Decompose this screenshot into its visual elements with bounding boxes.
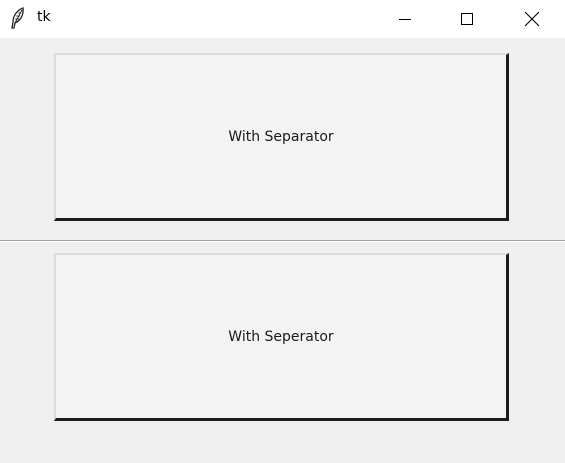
window-title: tk <box>37 9 51 25</box>
close-button[interactable] <box>509 0 555 38</box>
tk-window: tk With Separator With Seperator <box>0 0 565 463</box>
separator-highlight <box>0 241 565 242</box>
button-label: With Separator <box>228 128 334 145</box>
with-separator-button[interactable]: With Separator <box>54 53 509 221</box>
minimize-icon <box>398 12 412 26</box>
minimize-button[interactable] <box>382 0 428 38</box>
feather-icon <box>10 7 26 29</box>
with-seperator-button[interactable]: With Seperator <box>54 253 509 421</box>
close-icon <box>524 11 540 27</box>
maximize-icon <box>460 12 474 26</box>
title-bar[interactable]: tk <box>0 0 565 38</box>
maximize-button[interactable] <box>444 0 490 38</box>
button-label: With Seperator <box>228 328 334 345</box>
